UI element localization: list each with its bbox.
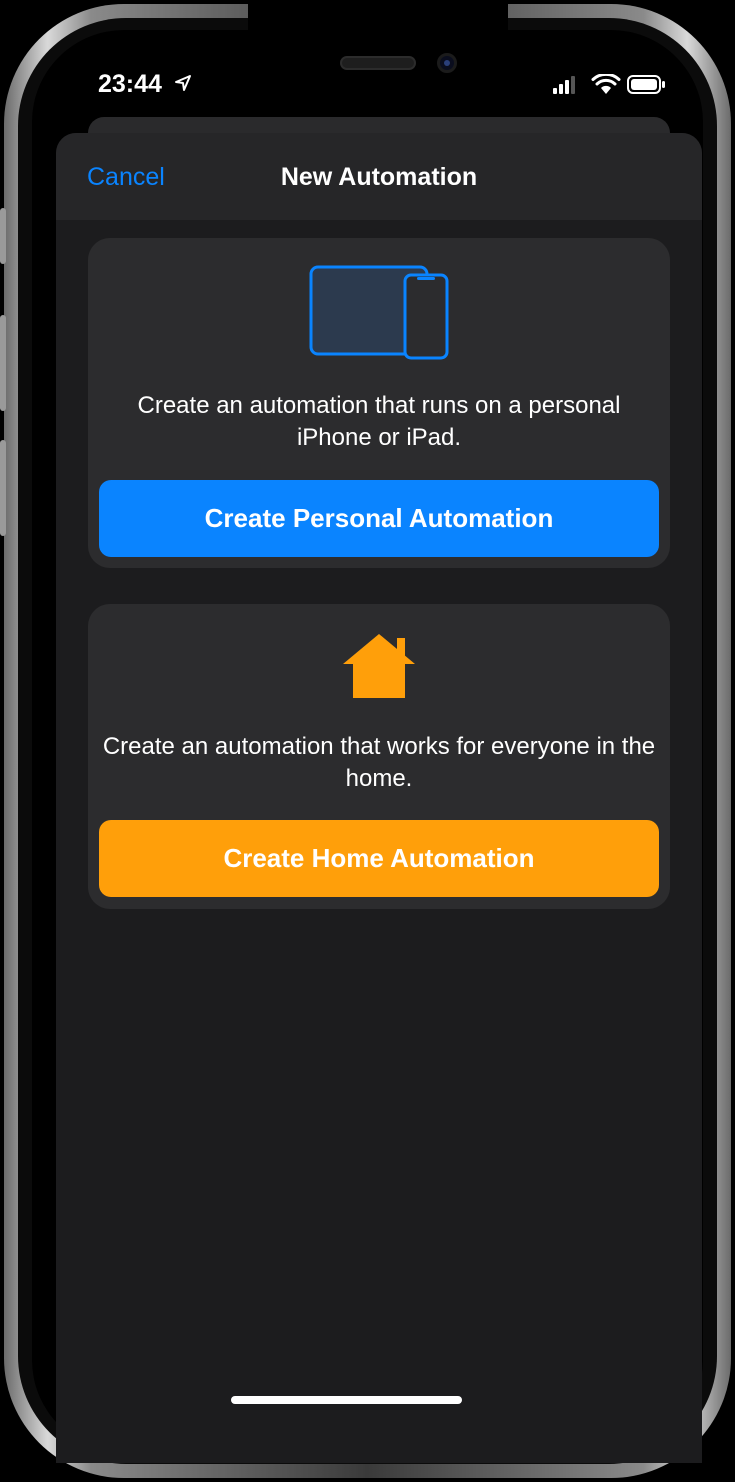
- create-home-automation-button[interactable]: Create Home Automation: [99, 820, 659, 897]
- iphone-ipad-devices-icon: [309, 265, 449, 360]
- navigation-bar: Cancel New Automation: [56, 133, 702, 220]
- ring-silent-switch: [0, 208, 6, 264]
- status-time: 23:44: [98, 70, 162, 98]
- speaker: [340, 56, 416, 70]
- notch: [248, 0, 508, 64]
- wifi-icon: [591, 74, 621, 94]
- personal-automation-description: Create an automation that runs on a pers…: [137, 392, 621, 451]
- status-icons: [553, 74, 665, 94]
- house-icon: [343, 634, 415, 698]
- location-arrow-icon: [175, 75, 191, 91]
- home-automation-description: Create an automation that works for ever…: [102, 733, 656, 792]
- battery-icon: [627, 75, 665, 94]
- front-camera: [437, 53, 457, 73]
- volume-down-button: [0, 440, 6, 536]
- home-automation-card: Create an automation that works for ever…: [88, 604, 670, 909]
- new-automation-sheet: Cancel New Automation Create an automati…: [56, 133, 702, 1463]
- home-indicator[interactable]: [231, 1396, 462, 1404]
- cellular-signal-icon: [553, 76, 575, 94]
- volume-up-button: [0, 315, 6, 411]
- page-title: New Automation: [280, 163, 478, 191]
- create-personal-automation-button[interactable]: Create Personal Automation: [99, 480, 659, 557]
- personal-automation-card: Create an automation that runs on a pers…: [88, 238, 670, 568]
